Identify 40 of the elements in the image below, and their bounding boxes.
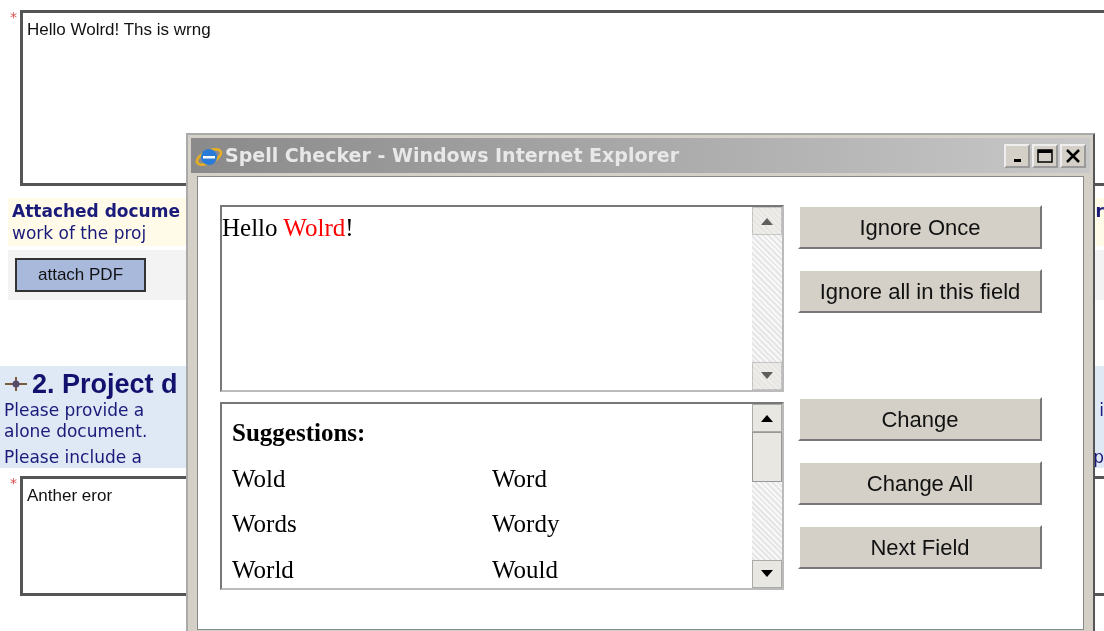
window-title: Spell Checker - Windows Internet Explorer <box>225 143 680 169</box>
required-mark: * <box>10 475 18 493</box>
scroll-down-button[interactable] <box>752 560 782 588</box>
required-mark: * <box>10 10 18 27</box>
section-heading: 2. Project d <box>32 367 178 401</box>
section-text: Please include a <box>4 446 142 468</box>
ignore-button[interactable]: Ignore Once <box>798 205 1042 249</box>
next-field-button[interactable]: Next Field <box>798 525 1042 569</box>
maximize-icon <box>1036 147 1054 164</box>
minimize-button[interactable] <box>1004 143 1030 168</box>
arrow-down-icon <box>761 372 773 380</box>
suggestion-item[interactable]: Words <box>232 505 492 543</box>
change-all-button[interactable]: Change All <box>798 461 1042 505</box>
suggestion-item[interactable]: Wordy <box>492 505 722 543</box>
close-button[interactable] <box>1060 143 1086 168</box>
scroll-thumb[interactable] <box>752 432 782 482</box>
section-text: p <box>1093 446 1104 468</box>
notice-title: r <box>1095 200 1104 223</box>
scroll-up-button[interactable] <box>752 404 782 432</box>
arrow-down-icon <box>761 570 773 578</box>
close-icon <box>1064 147 1082 164</box>
suggestion-item[interactable]: Wold <box>232 459 492 497</box>
section-text: alone document. <box>4 421 148 443</box>
maximize-button[interactable] <box>1032 143 1058 168</box>
notice-text: work of the proj <box>12 222 148 245</box>
change-button[interactable]: Change <box>798 397 1042 441</box>
attach-button[interactable]: attach PDF <box>15 258 147 292</box>
section-text: i <box>1099 400 1104 422</box>
arrow-up-icon <box>761 217 773 225</box>
suggestions-label: Suggestions: <box>232 418 367 448</box>
section-text: Please provide a <box>4 400 145 422</box>
suggestion-item[interactable]: Word <box>492 459 722 497</box>
scrollbar[interactable] <box>752 404 782 588</box>
ignore-all-button[interactable]: Ignore all in this field <box>798 269 1042 313</box>
notice-title: Attached docume <box>12 200 180 223</box>
suggestion-item[interactable]: World <box>232 550 492 588</box>
context-text: Hello Wolrd! <box>222 213 355 243</box>
minimize-icon <box>1013 158 1021 162</box>
arrow-up-icon <box>761 414 773 422</box>
suggestion-item[interactable]: Would <box>492 550 722 588</box>
